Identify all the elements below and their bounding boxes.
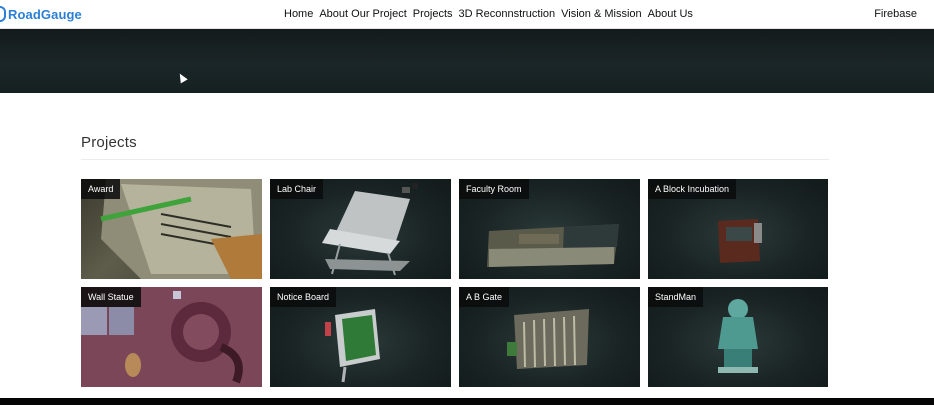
project-card-faculty-room[interactable]: Faculty Room	[459, 179, 640, 279]
projects-grid: Award Lab Chair Faculty Room A Block Inc…	[81, 179, 830, 387]
project-card-label: A Block Incubation	[648, 179, 737, 199]
project-card-standman[interactable]: StandMan	[648, 287, 828, 387]
nav-link-about-our-project[interactable]: About Our Project	[319, 8, 406, 20]
project-card-label: Lab Chair	[270, 179, 324, 199]
project-card-label: Award	[81, 179, 121, 199]
project-card-a-block-incubation[interactable]: A Block Incubation	[648, 179, 828, 279]
project-card-label: Faculty Room	[459, 179, 529, 199]
project-card-a-b-gate[interactable]: A B Gate	[459, 287, 640, 387]
footer-bar	[0, 398, 934, 405]
nav-link-home[interactable]: Home	[284, 8, 313, 20]
project-card-label: A B Gate	[459, 287, 510, 307]
nav-link-vision-mission[interactable]: Vision & Mission	[561, 8, 642, 20]
nav-link-3d-reconstruction[interactable]: 3D Reconnstruction	[459, 8, 556, 20]
project-card-notice-board[interactable]: Notice Board	[270, 287, 451, 387]
projects-heading: Projects	[81, 134, 137, 151]
project-card-wall-statue[interactable]: Wall Statue	[81, 287, 262, 387]
nav-link-firebase[interactable]: Firebase	[874, 0, 917, 28]
project-card-award[interactable]: Award	[81, 179, 262, 279]
brand-name: RoadGauge	[8, 6, 82, 22]
project-card-lab-chair[interactable]: Lab Chair	[270, 179, 451, 279]
project-card-label: StandMan	[648, 287, 704, 307]
hero-banner	[0, 29, 934, 93]
project-card-label: Wall Statue	[81, 287, 141, 307]
main-nav: Home About Our Project Projects 3D Recon…	[284, 0, 693, 28]
roadgauge-logo-icon	[0, 6, 6, 22]
project-card-label: Notice Board	[270, 287, 337, 307]
section-divider	[81, 159, 829, 160]
nav-link-projects[interactable]: Projects	[413, 8, 453, 20]
navbar: RoadGauge Home About Our Project Project…	[0, 0, 934, 29]
brand-logo[interactable]: RoadGauge	[0, 4, 82, 24]
nav-link-about-us[interactable]: About Us	[648, 8, 693, 20]
